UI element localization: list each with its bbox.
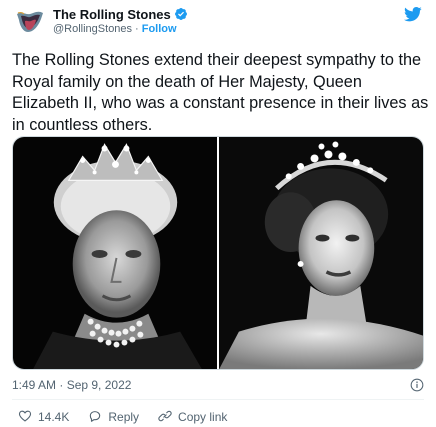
tweet-actions: 14.4K Reply Copy link <box>18 409 246 425</box>
reply-label: Reply <box>108 410 140 424</box>
rolling-stones-tongue-logo <box>14 5 46 37</box>
twitter-bird-icon[interactable] <box>403 5 423 23</box>
follow-button[interactable]: Follow <box>142 23 177 35</box>
divider <box>12 399 424 400</box>
account-display-name[interactable]: The Rolling Stones <box>53 7 171 22</box>
account-handle-row: @RollingStones · Follow <box>53 23 177 35</box>
account-handle[interactable]: @RollingStones <box>53 23 132 35</box>
like-count: 14.4K <box>38 410 70 424</box>
link-icon <box>158 409 178 426</box>
heart-icon <box>18 409 38 426</box>
avatar[interactable] <box>14 5 46 37</box>
tweet-meta-row: 1:49 AM · Sep 9, 2022 <box>12 377 424 393</box>
tweet-media <box>12 136 424 370</box>
account-name-row: The Rolling Stones <box>53 6 188 22</box>
verified-badge-icon <box>174 7 188 21</box>
info-icon[interactable] <box>410 378 424 392</box>
tweet-timestamp[interactable]: 1:49 AM · Sep 9, 2022 <box>12 378 131 392</box>
copy-link-button[interactable]: Copy link <box>158 409 227 426</box>
photo-queen-young[interactable] <box>219 137 423 369</box>
reply-button[interactable]: Reply <box>88 409 139 426</box>
tweet-embed: The Rolling Stones @RollingStones · Foll… <box>0 0 436 427</box>
reply-bubble-icon <box>88 409 108 426</box>
copy-link-label: Copy link <box>178 410 228 424</box>
photo-queen-elderly[interactable] <box>13 137 217 369</box>
tweet-text: The Rolling Stones extend their deepest … <box>12 51 429 134</box>
like-button[interactable]: 14.4K <box>18 409 69 426</box>
handle-separator: · <box>135 23 139 35</box>
